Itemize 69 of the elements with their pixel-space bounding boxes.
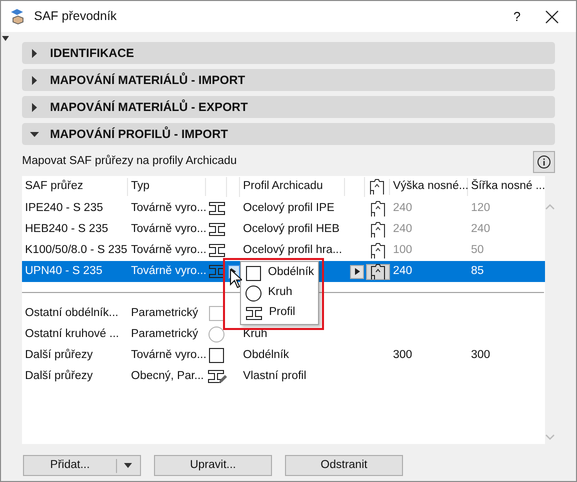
table-cell-text: 50: [470, 242, 485, 258]
table-cell-text: Továrně vyro...: [130, 222, 206, 237]
preset-button[interactable]: [366, 264, 390, 280]
table-row[interactable]: HEB240 - S 235 Továrně vyro... Ocelový profil HEB 240 240: [22, 219, 545, 240]
play-triangle-icon: [354, 268, 360, 275]
table-cell-text: Parametrický: [130, 306, 200, 321]
section-header[interactable]: IDENTIFIKACE: [22, 42, 555, 64]
collapsed-caret-icon: [30, 48, 39, 58]
table-cell-text: Továrně vyro...: [130, 348, 206, 363]
section-header[interactable]: MAPOVÁNÍ MATERIÁLŮ - EXPORT: [22, 96, 555, 118]
menu-item[interactable]: Obdélník: [241, 263, 318, 283]
table-cell-text: Továrně vyro...: [130, 242, 206, 258]
table-cell-text: Další průřezy: [24, 348, 94, 363]
table-cell-text: Ocelový profil IPE: [242, 200, 336, 216]
square-icon: [245, 264, 262, 282]
collapsed-caret-icon: [30, 76, 39, 84]
i-beam-icon: [245, 306, 263, 320]
table-cell-text: 100: [392, 242, 414, 258]
collapsed-caret-icon: [30, 102, 39, 112]
table-cell-text: Ocelový profil HEB: [242, 222, 341, 237]
circle-icon: [245, 284, 262, 302]
description-text: Mapovat SAF průřezy na profily Archicadu: [22, 154, 238, 170]
table-cell-text: 240: [392, 264, 414, 279]
table-cell-text: Obdélník: [242, 348, 290, 363]
section-header[interactable]: MAPOVÁNÍ PROFILŮ - IMPORT: [22, 123, 555, 145]
column-header: Profil Archicadu: [240, 178, 345, 196]
window-title: SAF převodník: [34, 8, 117, 26]
menu-item[interactable]: Profil: [241, 303, 318, 323]
profile-shape-icon: [370, 242, 386, 258]
profile-shape-icon: [370, 264, 386, 280]
menu-item[interactable]: Kruh: [241, 283, 318, 303]
section-header[interactable]: MAPOVÁNÍ MATERIÁLŮ - IMPORT: [22, 69, 555, 91]
help-button[interactable]: ?: [502, 2, 532, 32]
table-cell-text: Továrně vyro...: [130, 264, 206, 279]
table-cell-text: Obecný, Par...: [130, 368, 205, 384]
table-cell-text: Další průřezy: [24, 368, 94, 384]
table-cell-text: 240: [392, 222, 414, 237]
table-row[interactable]: K100/50/8.0 - S 235 Továrně vyro... Ocelový profil hra... 100 50: [22, 240, 545, 261]
dialog-button[interactable]: Odstranit: [285, 455, 403, 476]
table-cell-text: HEB240 - S 235: [24, 222, 110, 237]
table-cell-text: Vlastní profil: [242, 368, 308, 384]
table-cell-text: K100/50/8.0 - S 235: [24, 242, 128, 258]
table-row[interactable]: IPE240 - S 235 Továrně vyro... Ocelový profil IPE 240 120: [22, 198, 545, 219]
table-cell-text: Ocelový profil hra...: [242, 242, 344, 258]
table-cell-text: Ostatní obdélník...: [24, 306, 120, 321]
table-cell-text: IPE240 - S 235: [24, 200, 104, 216]
play-button[interactable]: [350, 264, 364, 278]
dialog-button[interactable]: Upravit...: [154, 455, 272, 476]
table-cell-text: 240: [470, 222, 492, 237]
expanded-caret-icon: [30, 130, 39, 138]
table-cell-text: 85: [470, 264, 485, 279]
table-cell-text: 300: [470, 348, 492, 363]
profile-shape-icon: [370, 200, 386, 216]
profile-shape-icon: [369, 179, 385, 195]
table-cell-text: UPN40 - S 235: [24, 264, 104, 279]
info-icon[interactable]: [533, 151, 555, 173]
profile-shape-icon: [370, 222, 386, 238]
column-header: SAF průřez: [22, 178, 128, 196]
table-cell-text: 120: [470, 200, 492, 216]
table-cell-text: Ostatní kruhové ...: [24, 326, 120, 342]
column-header: Výška nosné...: [390, 178, 468, 196]
table-cell-text: Továrně vyro...: [130, 200, 206, 216]
table-cell-text: 300: [392, 348, 414, 363]
table-cell-text: 240: [392, 200, 414, 216]
column-header: Šířka nosné ...: [470, 178, 544, 194]
add-split-button[interactable]: Přidat...: [23, 455, 141, 476]
table-cell-text: Parametrický: [130, 326, 200, 342]
column-header: Typ: [128, 178, 206, 196]
splitter-arrow-icon: [2, 36, 9, 41]
